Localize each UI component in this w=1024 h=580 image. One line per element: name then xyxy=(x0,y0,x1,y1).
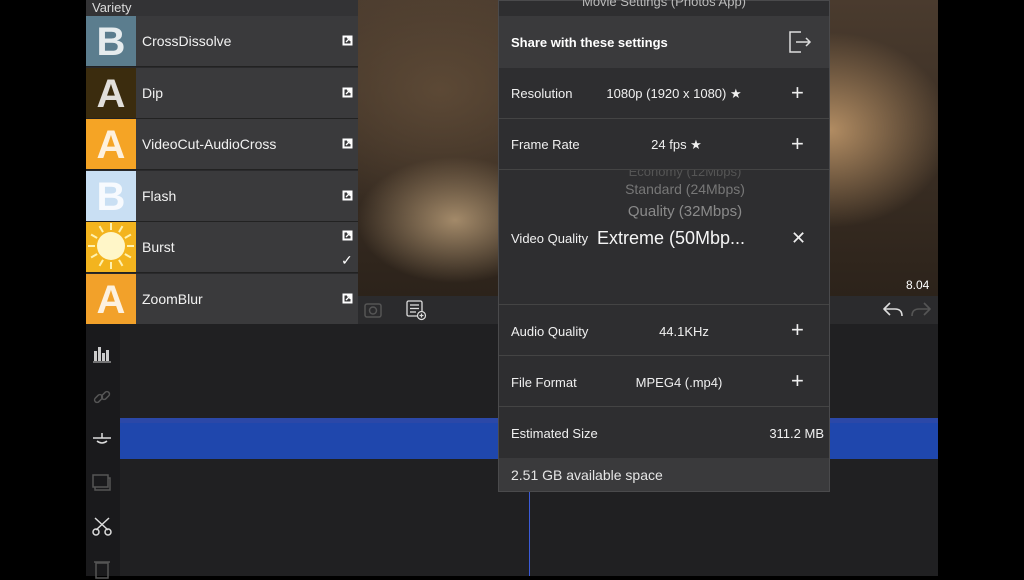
transition-thumbnail: B xyxy=(86,170,136,221)
estimated-size-value: 311.2 MB xyxy=(769,426,824,441)
frame-rate-value: 24 fps ★ xyxy=(651,137,702,152)
expand-icon[interactable] xyxy=(342,230,353,241)
frame-rate-row[interactable]: Frame Rate 24 fps ★ + xyxy=(499,119,829,170)
estimated-size-label: Estimated Size xyxy=(511,426,598,441)
file-format-label: File Format xyxy=(511,375,577,390)
picker-selected[interactable]: Extreme (50Mbp... xyxy=(571,228,771,249)
estimated-size-row: Estimated Size 311.2 MB xyxy=(499,407,829,458)
picker-option[interactable]: Economy (12Mbps) xyxy=(585,170,785,179)
redo-icon[interactable] xyxy=(910,300,932,320)
frame-rate-label: Frame Rate xyxy=(511,137,580,152)
transition-item[interactable]: Burst ✓ xyxy=(86,222,358,274)
resolution-row[interactable]: Resolution 1080p (1920 x 1080) ★ + xyxy=(499,68,829,119)
export-icon xyxy=(789,31,812,53)
transition-thumbnail: A xyxy=(86,67,136,118)
add-layer-icon[interactable] xyxy=(91,472,113,494)
trash-icon[interactable] xyxy=(91,558,113,580)
file-format-row[interactable]: File Format MPEG4 (.mp4) + xyxy=(499,356,829,407)
share-label: Share with these settings xyxy=(511,35,668,50)
available-space: 2.51 GB available space xyxy=(499,458,829,491)
resolution-label: Resolution xyxy=(511,86,573,101)
plus-icon[interactable]: + xyxy=(791,319,804,341)
audio-levels-icon[interactable] xyxy=(91,343,113,365)
transition-label: CrossDissolve xyxy=(142,33,232,49)
resolution-value: 1080p (1920 x 1080) ★ xyxy=(606,86,742,101)
transition-item[interactable]: B CrossDissolve xyxy=(86,16,358,67)
panel-header: Variety xyxy=(86,0,358,16)
timecode: 8.04 xyxy=(906,278,930,292)
transition-item[interactable]: B Flash xyxy=(86,170,358,222)
transition-label: ZoomBlur xyxy=(142,291,203,307)
expand-icon[interactable] xyxy=(342,35,353,46)
picker-option[interactable]: Standard (24Mbps) xyxy=(585,181,785,197)
available-space-text: 2.51 GB available space xyxy=(511,467,663,483)
transition-thumbnail xyxy=(86,222,136,273)
audio-quality-label: Audio Quality xyxy=(511,324,589,339)
plus-icon[interactable]: + xyxy=(791,370,804,392)
transition-item[interactable]: A ZoomBlur xyxy=(86,274,358,325)
list-add-icon[interactable] xyxy=(405,299,427,321)
popover-title: Movie Settings (Photos App) xyxy=(581,0,747,9)
picker-option[interactable]: Quality (32Mbps) xyxy=(585,203,785,220)
camera-icon[interactable] xyxy=(364,301,382,319)
link-icon[interactable] xyxy=(91,386,113,408)
transition-thumbnail: A xyxy=(86,274,136,324)
expand-icon[interactable] xyxy=(342,293,353,304)
expand-icon[interactable] xyxy=(342,138,353,149)
share-button[interactable]: Share with these settings xyxy=(499,16,829,69)
transition-label: Burst xyxy=(142,239,175,256)
undo-icon[interactable] xyxy=(882,300,904,320)
plus-icon[interactable]: + xyxy=(791,133,804,155)
expand-icon[interactable] xyxy=(342,87,353,98)
transition-label: VideoCut-AudioCross xyxy=(142,136,277,153)
audio-quality-value: 44.1KHz xyxy=(659,324,709,339)
checkmark-icon: ✓ xyxy=(341,252,353,269)
transition-label: Dip xyxy=(142,84,164,101)
split-audio-icon[interactable] xyxy=(91,428,113,450)
transition-item[interactable]: A Dip xyxy=(86,67,358,119)
close-icon[interactable]: ✕ xyxy=(791,228,806,249)
transition-label: Flash xyxy=(142,187,177,204)
transition-thumbnail: A xyxy=(86,119,136,170)
audio-quality-row[interactable]: Audio Quality 44.1KHz + xyxy=(499,305,829,356)
expand-icon[interactable] xyxy=(342,190,353,201)
transition-item[interactable]: A VideoCut-AudioCross xyxy=(86,119,358,171)
transition-thumbnail: B xyxy=(86,16,136,66)
plus-icon[interactable]: + xyxy=(791,82,804,104)
video-quality-row[interactable]: Video Quality Economy (12Mbps) Standard … xyxy=(499,170,829,305)
scissors-icon[interactable] xyxy=(91,515,113,537)
file-format-value: MPEG4 (.mp4) xyxy=(635,375,723,390)
